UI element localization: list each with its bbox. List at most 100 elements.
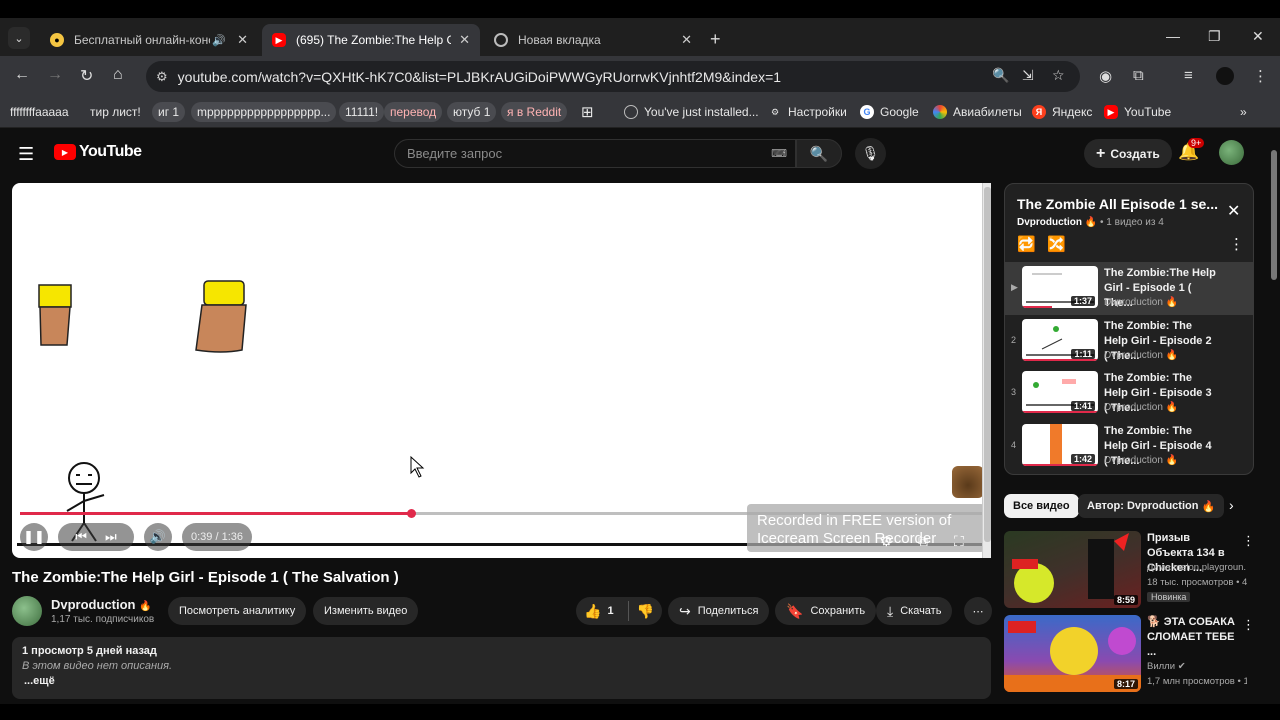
seek-bar-knob[interactable]: [406, 509, 416, 518]
youtube-logo[interactable]: ▶ YouTube: [54, 143, 142, 161]
save-button[interactable]: 🔖 Сохранить: [775, 597, 877, 625]
next-icon[interactable]: ⏭: [105, 529, 117, 545]
playlist-item[interactable]: 3 1:41 The Zombie: The Help Girl - Episo…: [1005, 367, 1253, 420]
extensions-puzzle-icon[interactable]: ⧉: [1133, 67, 1144, 84]
bookmark-item[interactable]: mppppppppppppppppp...: [191, 102, 337, 122]
search-button[interactable]: 🔍: [796, 139, 842, 168]
recommended-channel[interactable]: Вилли ✔: [1147, 661, 1247, 672]
close-window-icon[interactable]: ✕: [1252, 28, 1264, 45]
share-button[interactable]: ↪ Поделиться: [668, 597, 770, 625]
search-input[interactable]: [407, 146, 747, 161]
recommended-channel[interactable]: Дима melon playgroun...: [1147, 562, 1247, 573]
volume-icon: 🔊: [149, 529, 167, 544]
volume-button[interactable]: 🔊: [144, 523, 172, 551]
tab-constructor[interactable]: ● Бесплатный онлайн-конст 🔊 ✕: [40, 24, 258, 56]
media-control-icon[interactable]: ≡: [1184, 67, 1193, 84]
description-box[interactable]: 1 просмотр 5 дней назад В этом видео нет…: [12, 637, 991, 699]
show-more-link[interactable]: ...ещё: [24, 675, 981, 687]
download-button[interactable]: ⤓ Скачать: [876, 597, 953, 625]
speaker-icon[interactable]: 🔊: [212, 34, 226, 47]
page-scrollbar-thumb[interactable]: [1271, 150, 1277, 280]
page-scrollbar[interactable]: [1268, 145, 1280, 705]
bookmark-item[interactable]: G Google: [860, 102, 919, 122]
video-player[interactable]: ❚❚ ⏮ ⏭ 🔊 0:39 / 1:36 Recorded in FREE ve…: [12, 183, 991, 558]
bookmark-item[interactable]: ⚙ Настройки: [768, 102, 847, 122]
bookmark-item[interactable]: ffffffffaaaaa: [10, 102, 69, 122]
save-label: Сохранить: [810, 605, 866, 617]
bookmark-item[interactable]: я в Reddit: [501, 102, 568, 122]
playlist-item[interactable]: 4 1:42 The Zombie: The Help Girl - Episo…: [1005, 420, 1253, 473]
video-menu-icon[interactable]: ⋮: [1242, 617, 1255, 633]
chips-next-chevron-icon[interactable]: ›: [1229, 497, 1234, 513]
channel-name[interactable]: Dvproduction 🔥: [51, 597, 152, 612]
bookmark-item[interactable]: иг 1: [152, 102, 186, 122]
player-scrollbar-thumb[interactable]: [984, 187, 991, 542]
new-tab-plus-icon[interactable]: +: [710, 29, 721, 50]
apps-grid-icon[interactable]: ⊞: [581, 102, 594, 122]
bookmark-item[interactable]: You've just installed...: [624, 102, 759, 122]
playlist-menu-icon[interactable]: ⋮: [1229, 235, 1244, 253]
more-actions-button[interactable]: ⋯: [964, 597, 992, 625]
playlist-channel[interactable]: Dvproduction: [1017, 217, 1082, 228]
tab-youtube-video[interactable]: ▶ (695) The Zombie:The Help Girl ✕: [262, 24, 480, 56]
address-bar[interactable]: ⚙ youtube.com/watch?v=QXHtK-hK7C0&list=P…: [146, 61, 1080, 92]
more-bookmarks-chevron-icon[interactable]: »: [1240, 102, 1247, 122]
bookmark-item[interactable]: тир лист!: [90, 102, 141, 122]
recommended-video[interactable]: 8:59 Призыв Объекта 134 в Chicken ... ⋮ …: [1004, 531, 1255, 609]
reload-icon[interactable]: ↻: [80, 66, 93, 86]
edit-video-button[interactable]: Изменить видео: [313, 597, 419, 625]
close-icon[interactable]: ✕: [1227, 201, 1240, 221]
tab-close-icon[interactable]: ✕: [681, 32, 692, 48]
chip-author[interactable]: Автор: Dvproduction 🔥: [1078, 494, 1225, 518]
loop-icon[interactable]: 🔁: [1017, 235, 1036, 253]
zoom-search-icon[interactable]: 🔍: [992, 67, 1009, 84]
player-scrollbar[interactable]: [982, 183, 991, 558]
shuffle-icon[interactable]: 🔀: [1047, 235, 1066, 253]
channel-avatar[interactable]: [12, 596, 42, 626]
previous-icon[interactable]: ⏮: [75, 529, 87, 545]
bookmark-star-icon[interactable]: ☆: [1052, 67, 1065, 84]
profile-avatar-icon[interactable]: [1216, 67, 1234, 85]
tab-close-icon[interactable]: ✕: [459, 32, 470, 48]
tab-close-icon[interactable]: ✕: [237, 32, 248, 48]
create-button[interactable]: + Создать: [1084, 139, 1172, 168]
notifications-bell-icon[interactable]: 🔔 9+: [1178, 138, 1205, 162]
keyboard-icon[interactable]: ⌨: [771, 147, 787, 160]
playlist-item[interactable]: 2 1:11 The Zombie: The Help Girl - Episo…: [1005, 315, 1253, 368]
hamburger-menu-icon[interactable]: ☰: [18, 144, 34, 165]
miniplayer-icon[interactable]: ⧉: [918, 533, 928, 550]
account-avatar[interactable]: [1219, 140, 1244, 165]
tab-search-menu-button[interactable]: ⌄: [8, 27, 30, 49]
restore-icon[interactable]: ❐: [1208, 28, 1221, 45]
install-app-icon[interactable]: ⇲: [1022, 67, 1034, 84]
playlist-title[interactable]: The Zombie All Episode 1 se...: [1017, 196, 1218, 212]
fullscreen-icon[interactable]: ⛶: [954, 533, 964, 550]
channel-watermark-logo[interactable]: [952, 466, 984, 498]
bookmark-item[interactable]: 11111!: [339, 102, 385, 122]
playlist-item[interactable]: ▶ 1:37 The Zombie:The Help Girl - Episod…: [1005, 262, 1253, 315]
chip-all-videos[interactable]: Все видео: [1004, 494, 1079, 518]
pause-button[interactable]: ❚❚: [20, 523, 48, 551]
bookmark-item[interactable]: Я Яндекс: [1032, 102, 1092, 122]
bookmark-item[interactable]: Авиабилеты: [933, 102, 1022, 122]
site-info-icon[interactable]: ⚙: [156, 69, 168, 85]
bookmark-item[interactable]: перевод: [384, 102, 443, 122]
home-icon[interactable]: ⌂: [113, 66, 123, 84]
incognito-icon[interactable]: ◉: [1099, 67, 1112, 85]
video-menu-icon[interactable]: ⋮: [1242, 533, 1255, 549]
browser-menu-icon[interactable]: ⋮: [1253, 67, 1268, 85]
bookmark-item[interactable]: ▶ YouTube: [1104, 102, 1171, 122]
tab-new-tab[interactable]: Новая вкладка ✕: [484, 24, 702, 56]
view-analytics-button[interactable]: Посмотреть аналитику: [168, 597, 307, 625]
playlist-thumbnail: 1:11: [1022, 318, 1098, 361]
bookmark-item[interactable]: ютуб 1: [447, 102, 497, 122]
like-thumb-icon[interactable]: 👍: [584, 603, 601, 620]
watched-progress-bar: [1022, 306, 1053, 308]
recommended-video[interactable]: 8:17 🐕 ЭТА СОБАКА СЛОМАЕТ ТЕБЕ ... ⋮ Вил…: [1004, 615, 1255, 693]
voice-search-button[interactable]: 🎙: [855, 138, 886, 169]
dislike-thumb-icon[interactable]: 👎: [637, 603, 654, 620]
forward-arrow-icon[interactable]: →: [47, 66, 63, 84]
back-arrow-icon[interactable]: ←: [14, 66, 30, 84]
settings-gear-icon[interactable]: ⚙: [880, 533, 893, 550]
minimize-icon[interactable]: —: [1166, 28, 1180, 44]
